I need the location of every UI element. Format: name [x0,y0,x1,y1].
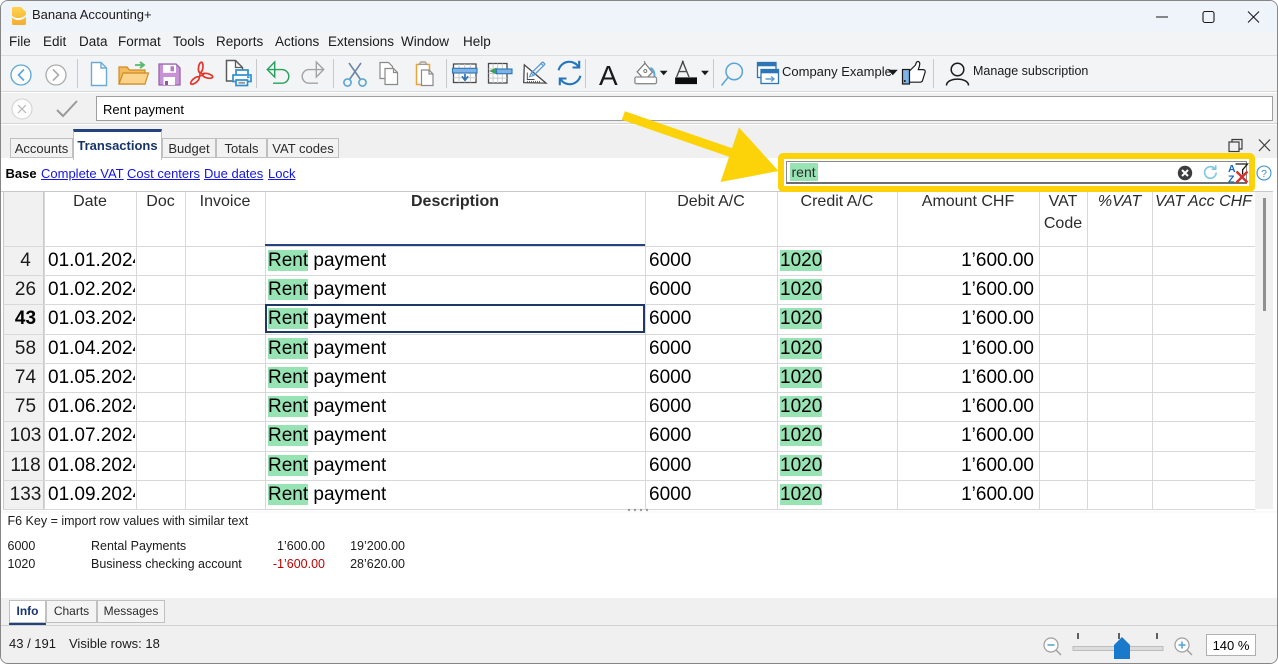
svg-text:?: ? [1261,168,1267,180]
svg-text:Z: Z [1228,174,1235,185]
